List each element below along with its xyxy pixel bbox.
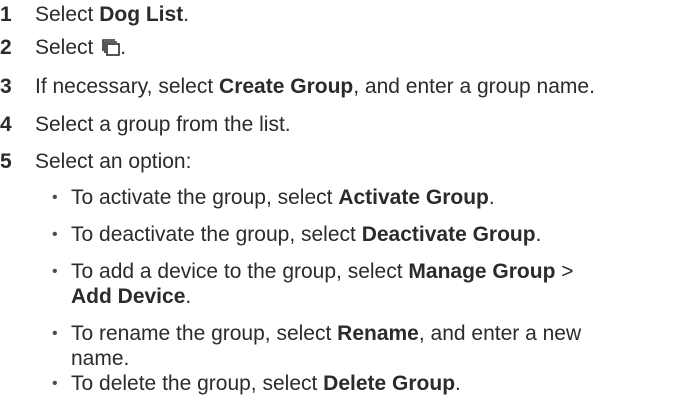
step-text: Select a group from the list.: [35, 113, 291, 136]
step-text: If necessary, select Create Group, and e…: [35, 75, 595, 98]
option-text-line-2: Add Device.: [71, 285, 192, 308]
ui-term-deactivate-group: Deactivate Group: [361, 223, 536, 246]
ui-term-delete-group: Delete Group: [323, 372, 456, 395]
ui-term-add-device: Add Device: [71, 285, 186, 308]
bullet: •: [52, 189, 58, 206]
bullet: •: [52, 375, 58, 392]
option-text: To delete the group, select Delete Group…: [71, 372, 461, 395]
step-number: 2: [0, 36, 12, 59]
step-text: Select an option:: [35, 150, 192, 173]
ui-term-manage-group: Manage Group: [408, 260, 556, 283]
option-text-line-1: To rename the group, select Rename, and …: [71, 322, 582, 345]
ui-term-rename: Rename: [337, 322, 419, 345]
ui-term-create-group: Create Group: [219, 75, 354, 98]
step-text: Select Dog List.: [35, 3, 190, 26]
option-text-line-2: name.: [71, 347, 130, 370]
step-number: 3: [0, 75, 12, 98]
groups-icon: [102, 37, 121, 56]
ui-term-activate-group: Activate Group: [338, 186, 489, 209]
step-number: 5: [0, 150, 12, 173]
bullet: •: [52, 226, 58, 243]
step-number: 1: [0, 3, 12, 26]
step-number: 4: [0, 113, 12, 136]
bullet: •: [52, 325, 58, 342]
option-text: To activate the group, select Activate G…: [71, 186, 495, 209]
option-text-line-1: To add a device to the group, select Man…: [71, 260, 574, 283]
option-text: To deactivate the group, select Deactiva…: [71, 223, 542, 246]
ui-term-dog-list: Dog List: [99, 3, 184, 26]
bullet: •: [52, 263, 58, 280]
instruction-document: 1 Select Dog List. 2 Select . 3 If neces…: [0, 0, 681, 401]
step-text: Select .: [35, 36, 127, 59]
